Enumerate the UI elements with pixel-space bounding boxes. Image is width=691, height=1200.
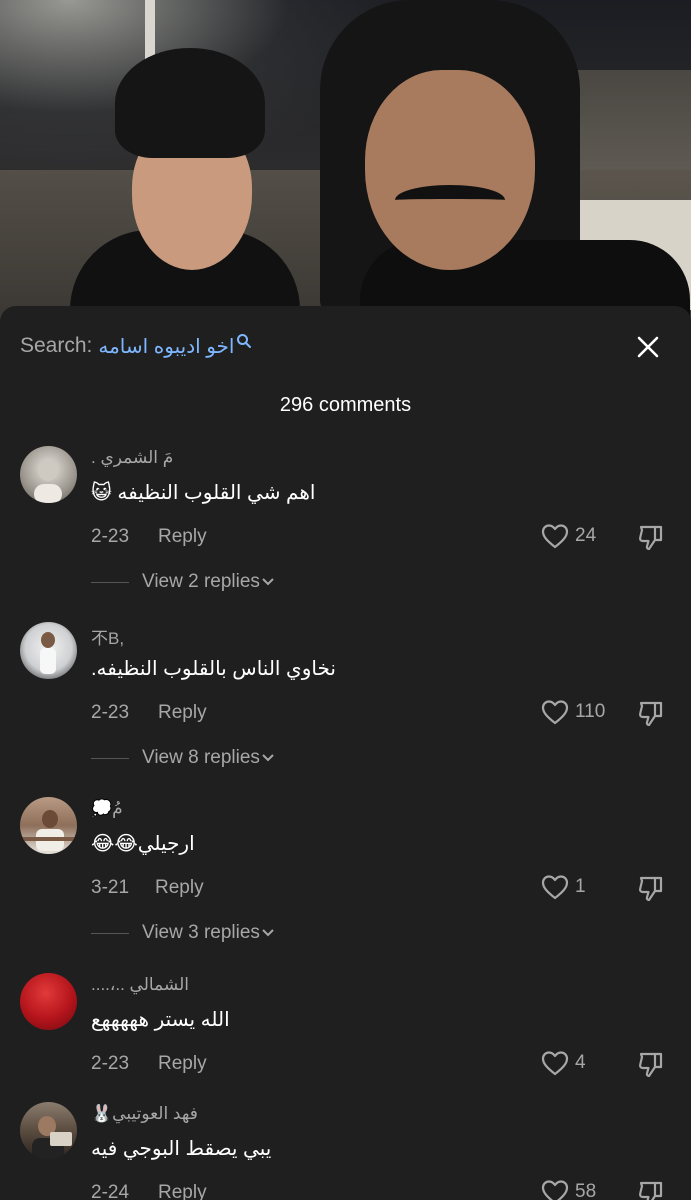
chevron-down-icon [262, 929, 274, 937]
comment-username[interactable]: مَ الشمري . [91, 448, 173, 468]
like-button[interactable]: 24 [541, 523, 596, 549]
search-prefix: Search: [20, 334, 93, 357]
comment-item: فهد العوتيبي🐰 يبي يصقط البوجي فيه 2-24 R… [0, 1102, 691, 1200]
chevron-down-icon [262, 754, 274, 762]
view-replies-label: View 3 replies [142, 922, 260, 943]
like-button[interactable]: 4 [541, 1050, 586, 1076]
view-replies-button[interactable]: View 2 replies [91, 571, 276, 593]
divider [91, 581, 129, 583]
heart-icon[interactable] [541, 874, 569, 900]
heart-icon[interactable] [541, 1050, 569, 1076]
reply-button[interactable]: Reply [158, 1182, 207, 1200]
like-count: 4 [575, 1052, 586, 1073]
comment-date: 2-23 [91, 1053, 130, 1074]
comment-username[interactable]: فهد العوتيبي🐰 [91, 1104, 198, 1124]
like-button[interactable]: 1 [541, 874, 586, 900]
comments-count: 296 comments [279, 394, 412, 416]
view-replies-label: View 2 replies [142, 571, 260, 592]
search-icon[interactable] [236, 333, 252, 349]
thumbs-down-icon[interactable] [636, 1178, 666, 1200]
comment-date: 2-23 [91, 526, 130, 547]
reply-button[interactable]: Reply [155, 877, 204, 899]
like-count: 110 [575, 701, 606, 722]
video-person-right [320, 0, 690, 320]
search-suggestion[interactable]: Search: اخو اديبوه اسامه [20, 330, 252, 362]
comment-text: يبي يصقط البوجي فيه [91, 1138, 272, 1160]
view-replies-button[interactable]: View 8 replies [91, 747, 276, 769]
video-person-left [70, 40, 300, 320]
comment-item: 不B, نخاوي الناس بالقلوب النظيفه. 2-23 Re… [0, 622, 691, 792]
comment-date: 2-23 [91, 702, 130, 723]
thumbs-down-icon[interactable] [636, 522, 666, 552]
search-query[interactable]: اخو اديبوه اسامه [98, 334, 234, 359]
comment-text: ارجيلي😂😂 [91, 833, 195, 855]
heart-icon[interactable] [541, 1179, 569, 1200]
divider [91, 932, 129, 934]
close-button[interactable] [631, 330, 665, 364]
comment-text: نخاوي الناس بالقلوب النظيفه. [91, 658, 336, 680]
divider [91, 757, 129, 759]
comment-item: مُ💭 ارجيلي😂😂 3-21 Reply 1 View 3 replies [0, 797, 691, 967]
thumbs-down-icon[interactable] [636, 1049, 666, 1079]
reply-button[interactable]: Reply [158, 526, 207, 548]
comment-text: اهم شي القلوب النظيفه 😺 [91, 482, 316, 504]
comment-item: الشمالي ..،.... الله يستر هههههع 2-23 Re… [0, 973, 691, 1103]
reply-button[interactable]: Reply [158, 702, 207, 724]
comment-username[interactable]: مُ💭 [91, 799, 123, 819]
heart-icon[interactable] [541, 523, 569, 549]
like-count: 24 [575, 525, 597, 546]
avatar[interactable] [20, 446, 77, 503]
close-icon[interactable] [636, 335, 660, 359]
thumbs-down-icon[interactable] [636, 873, 666, 903]
comments-sheet: Search: اخو اديبوه اسامه 296 comments مَ… [0, 306, 691, 1200]
avatar[interactable] [20, 973, 77, 1030]
heart-icon[interactable] [541, 699, 569, 725]
comment-username[interactable]: 不B, [91, 624, 124, 649]
thumbs-down-icon[interactable] [636, 698, 666, 728]
comment-item: مَ الشمري . اهم شي القلوب النظيفه 😺 2-23… [0, 446, 691, 616]
like-count: 1 [575, 876, 586, 897]
reply-button[interactable]: Reply [158, 1053, 207, 1075]
view-replies-button[interactable]: View 3 replies [91, 922, 276, 944]
comment-date: 2-24 [91, 1182, 130, 1200]
like-count: 58 [575, 1181, 597, 1200]
avatar[interactable] [20, 1102, 77, 1159]
comment-text: الله يستر هههههع [91, 1009, 230, 1031]
like-button[interactable]: 110 [541, 699, 605, 725]
video-preview[interactable] [0, 0, 691, 320]
avatar[interactable] [20, 622, 77, 679]
chevron-down-icon [262, 578, 274, 586]
view-replies-label: View 8 replies [142, 747, 260, 768]
comment-date: 3-21 [91, 877, 130, 898]
comment-username[interactable]: الشمالي ..،.... [91, 975, 189, 995]
like-button[interactable]: 58 [541, 1179, 596, 1200]
avatar[interactable] [20, 797, 77, 854]
